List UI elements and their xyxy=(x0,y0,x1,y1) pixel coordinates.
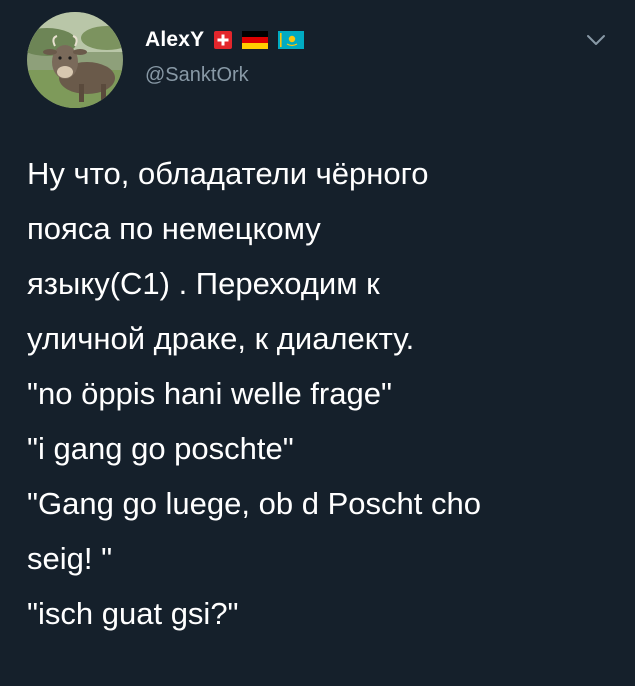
author-handle[interactable]: @SanktOrk xyxy=(145,64,249,87)
tweet-text-line: Ну что, обладатели чёрного xyxy=(27,156,429,191)
tweet-text-line: "Gang go luege, ob d Poscht cho xyxy=(27,486,481,521)
tweet-card: AlexY @SanktOrk Ну что, обладатели чёрно… xyxy=(0,0,635,686)
tweet-text-line: "no öppis hani welle frage" xyxy=(27,376,392,411)
tweet-text-line: seig! " xyxy=(27,541,113,576)
flag-germany-icon xyxy=(242,31,269,49)
tweet-text: Ну что, обладатели чёрного пояса по неме… xyxy=(27,146,617,641)
flag-switzerland-icon xyxy=(214,31,233,49)
tweet-text-line: уличной драке, к диалекту. xyxy=(27,321,415,356)
tweet-menu-button[interactable] xyxy=(584,30,608,50)
display-name[interactable]: AlexY xyxy=(145,28,204,52)
author-name-row: AlexY xyxy=(145,27,305,53)
tweet-text-line: пояса по немецкому xyxy=(27,211,321,246)
tweet-text-line: "i gang go poschte" xyxy=(27,431,294,466)
flag-kazakhstan-icon xyxy=(278,31,305,49)
tweet-text-line: "isch guat gsi?" xyxy=(27,596,239,631)
chevron-down-icon xyxy=(587,35,605,45)
avatar[interactable] xyxy=(27,12,123,108)
tweet-text-line: языку(С1) . Переходим к xyxy=(27,266,380,301)
cow-avatar-icon xyxy=(27,12,123,108)
